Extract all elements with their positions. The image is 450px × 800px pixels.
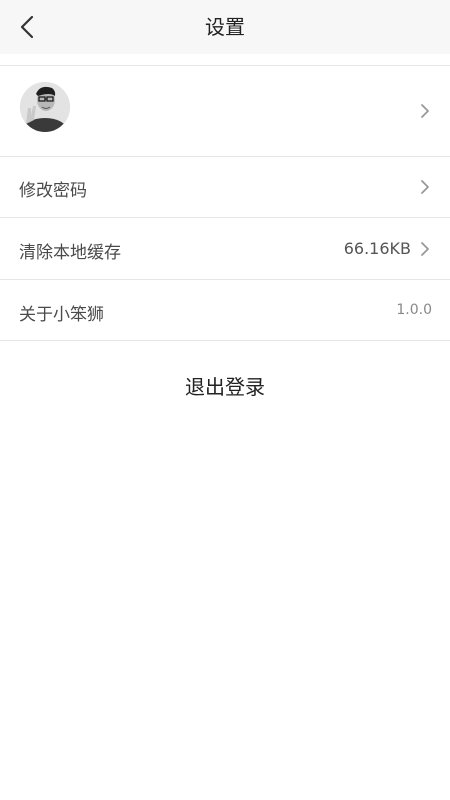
top-nav-bar: 设置 bbox=[0, 0, 450, 54]
avatar[interactable] bbox=[20, 82, 70, 132]
chevron-right-icon bbox=[421, 242, 429, 256]
profile-row[interactable] bbox=[0, 66, 450, 156]
clear-cache-row[interactable]: 清除本地缓存 66.16KB bbox=[0, 218, 450, 279]
page-title: 设置 bbox=[205, 15, 245, 39]
version-value: 1.0.0 bbox=[396, 302, 432, 318]
change-password-row[interactable]: 修改密码 bbox=[0, 157, 450, 217]
divider bbox=[0, 340, 450, 341]
user-avatar-icon bbox=[20, 82, 70, 132]
chevron-right-icon bbox=[421, 180, 429, 194]
cache-size-value: 66.16KB bbox=[343, 239, 411, 258]
chevron-right-icon bbox=[421, 104, 429, 118]
about-label: 关于小笨狮 bbox=[19, 305, 104, 325]
logout-button[interactable]: 退出登录 bbox=[0, 360, 450, 414]
about-row[interactable]: 关于小笨狮 1.0.0 bbox=[0, 280, 450, 340]
change-password-label: 修改密码 bbox=[19, 181, 87, 201]
clear-cache-label: 清除本地缓存 bbox=[19, 243, 121, 263]
